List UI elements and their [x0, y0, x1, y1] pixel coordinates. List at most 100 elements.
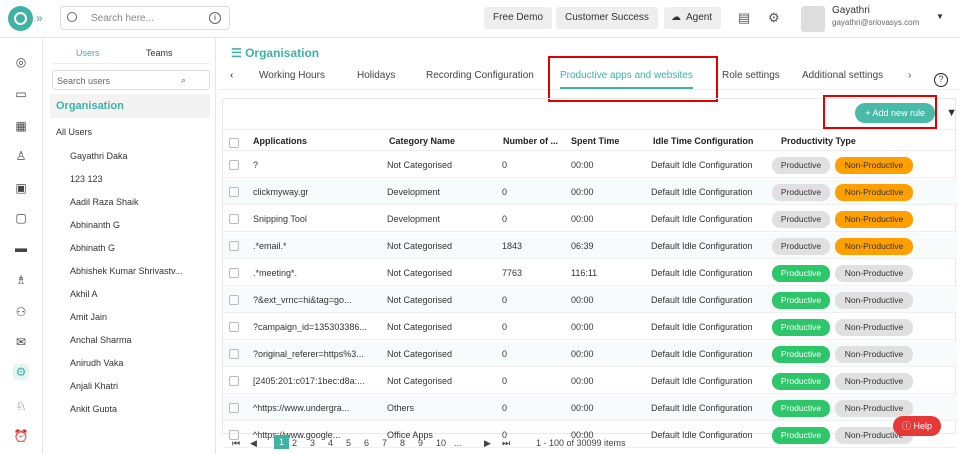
productive-toggle[interactable]: Productive [772, 346, 830, 363]
first-page-icon[interactable]: ⏮ [232, 438, 240, 449]
row-checkbox[interactable] [229, 187, 239, 197]
non-productive-toggle[interactable]: Non-Productive [835, 373, 913, 390]
tab-additional-settings[interactable]: Additional settings [802, 70, 883, 81]
page-number[interactable]: 5 [346, 438, 351, 448]
tab-prev-arrow[interactable]: ‹ [230, 70, 233, 81]
idle-config-cell[interactable]: Default Idle Configuration [651, 349, 753, 359]
row-checkbox[interactable] [229, 295, 239, 305]
user-icon[interactable]: ♙ [13, 148, 29, 164]
desktop-icon[interactable]: ▢ [13, 210, 29, 226]
document-icon[interactable]: ▤ [738, 10, 752, 26]
row-checkbox[interactable] [229, 268, 239, 278]
card-icon[interactable]: ▬ [13, 240, 29, 256]
global-search[interactable]: Search here... i [60, 6, 230, 30]
productive-toggle[interactable]: Productive [772, 319, 830, 336]
row-checkbox[interactable] [229, 214, 239, 224]
agent-button[interactable]: ☁ Agent [664, 7, 722, 29]
col-productivity-type[interactable]: Productivity Type [781, 136, 856, 146]
page-number[interactable]: 4 [328, 438, 333, 448]
row-checkbox[interactable] [229, 349, 239, 359]
row-checkbox[interactable] [229, 403, 239, 413]
page-number[interactable]: 10 [436, 438, 446, 448]
sidebar-item-user[interactable]: Abhishek Kumar Shrivastv... [70, 266, 182, 276]
sidebar-item-user[interactable]: Akhil A [70, 289, 98, 299]
sidebar-item-user[interactable]: Anjali Khatri [70, 381, 118, 391]
col-applications[interactable]: Applications [253, 136, 307, 146]
page-number[interactable]: 8 [400, 438, 405, 448]
non-productive-toggle[interactable]: Non-Productive [835, 319, 913, 336]
tab-next-arrow[interactable]: › [908, 70, 911, 81]
sidebar-item-user[interactable]: Abhinanth G [70, 220, 120, 230]
row-checkbox[interactable] [229, 241, 239, 251]
idle-config-cell[interactable]: Default Idle Configuration [651, 241, 753, 251]
select-all-checkbox[interactable] [229, 138, 239, 148]
productive-toggle[interactable]: Productive [772, 373, 830, 390]
users-icon[interactable]: ♗ [13, 272, 29, 288]
col-number[interactable]: Number of ... [503, 136, 558, 146]
calendar-icon[interactable]: ▦ [13, 118, 29, 134]
tab-recording-configuration[interactable]: Recording Configuration [426, 70, 534, 81]
idle-config-cell[interactable]: Default Idle Configuration [651, 187, 753, 197]
free-demo-button[interactable]: Free Demo [484, 7, 553, 29]
table-row[interactable]: .*email.* Not Categorised 1843 06:39 Default… [223, 233, 957, 259]
page-number[interactable]: 7 [382, 438, 387, 448]
tab-users[interactable]: Users [76, 48, 100, 58]
table-row[interactable]: [2405:201:c017:1bec:d8a:... Not Categoris… [223, 368, 957, 394]
productive-toggle[interactable]: Productive [772, 238, 830, 255]
tab-role-settings[interactable]: Role settings [722, 70, 780, 81]
productive-toggle[interactable]: Productive [772, 157, 830, 174]
customer-success-button[interactable]: Customer Success [556, 7, 658, 29]
help-circle-icon[interactable]: ? [934, 73, 948, 87]
next-page-icon[interactable]: ▶ [484, 438, 491, 449]
info-icon[interactable]: i [209, 12, 221, 24]
table-row[interactable]: .*meeting*. Not Categorised 7763 116:11 Defa… [223, 260, 957, 286]
filter-icon[interactable]: ▼ [946, 107, 957, 119]
tab-holidays[interactable]: Holidays [357, 70, 395, 81]
idle-config-cell[interactable]: Default Idle Configuration [651, 268, 753, 278]
gear-icon[interactable]: ⚙ [768, 10, 782, 26]
sidebar-item-organisation[interactable]: Organisation [50, 94, 210, 118]
sidebar-item-user[interactable]: Ankit Gupta [70, 404, 117, 412]
profile-icon[interactable]: ♘ [13, 398, 29, 414]
non-productive-toggle[interactable]: Non-Productive [835, 211, 913, 228]
non-productive-toggle[interactable]: Non-Productive [835, 292, 913, 309]
idle-config-cell[interactable]: Default Idle Configuration [651, 376, 753, 386]
col-category[interactable]: Category Name [389, 136, 455, 146]
non-productive-toggle[interactable]: Non-Productive [835, 400, 913, 417]
sidebar-item-user[interactable]: Anchal Sharma [70, 335, 132, 345]
col-spent-time[interactable]: Spent Time [571, 136, 619, 146]
sidebar-item-user[interactable]: Anirudh Vaka [70, 358, 123, 368]
page-number[interactable]: 2 [292, 438, 297, 448]
sidebar-item-all-users[interactable]: All Users [56, 127, 92, 137]
help-button[interactable]: ⓘ Help [893, 416, 941, 436]
dashboard-icon[interactable]: ◎ [13, 54, 29, 70]
mail-icon[interactable]: ✉ [13, 334, 29, 350]
page-number[interactable]: 3 [310, 438, 315, 448]
row-checkbox[interactable] [229, 376, 239, 386]
table-row[interactable]: clickmyway.gr Development 0 00:00 Default Id… [223, 179, 957, 205]
prev-page-icon[interactable]: ◀ [250, 438, 257, 449]
sidebar-item-user[interactable]: 123 123 [70, 174, 103, 184]
table-row[interactable]: ?original_referer=https%3... Not Categori… [223, 341, 957, 367]
idle-config-cell[interactable]: Default Idle Configuration [651, 160, 753, 170]
table-row[interactable]: ?&ext_vrnc=hi&tag=go... Not Categorised 0 0… [223, 287, 957, 313]
table-row[interactable]: ? Not Categorised 0 00:00 Default Idle Confi… [223, 152, 957, 178]
table-row[interactable]: Snipping Tool Development 0 00:00 Default Id… [223, 206, 957, 232]
monitor-icon[interactable]: ▭ [13, 86, 29, 102]
team-icon[interactable]: ⚇ [13, 304, 29, 320]
page-number[interactable]: 1 [274, 435, 290, 449]
tab-teams[interactable]: Teams [146, 48, 173, 58]
sidebar-item-user[interactable]: Abhinath G [70, 243, 115, 253]
non-productive-toggle[interactable]: Non-Productive [835, 238, 913, 255]
table-row[interactable]: ?campaign_id=135303386... Not Categorised… [223, 314, 957, 340]
page-number[interactable]: 6 [364, 438, 369, 448]
sidebar-item-user[interactable]: Aadil Raza Shaik [70, 197, 139, 207]
productive-toggle[interactable]: Productive [772, 400, 830, 417]
page-number[interactable]: 9 [418, 438, 423, 448]
settings-icon[interactable]: ⚙ [13, 364, 29, 380]
alarm-icon[interactable]: ⏰ [13, 428, 29, 444]
user-search-input[interactable]: Search users ⌕ [52, 70, 210, 90]
page-number[interactable]: ... [454, 438, 462, 448]
productive-toggle[interactable]: Productive [772, 292, 830, 309]
briefcase-icon[interactable]: ▣ [13, 180, 29, 196]
